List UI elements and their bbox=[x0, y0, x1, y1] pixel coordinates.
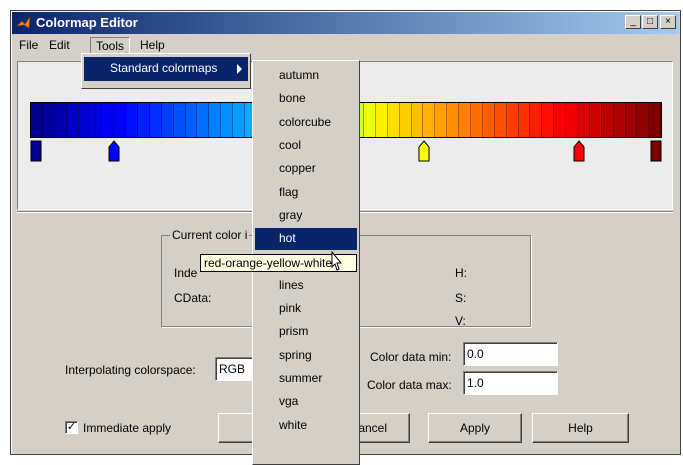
v-label: V: bbox=[455, 314, 466, 328]
group-title: Current color i bbox=[170, 228, 250, 242]
colormap-item-hot[interactable]: hot bbox=[255, 228, 357, 251]
colorbar-cell[interactable] bbox=[494, 103, 507, 137]
colorbar-cell[interactable] bbox=[554, 103, 567, 137]
colorbar-cell[interactable] bbox=[530, 103, 543, 137]
colormap-item-white[interactable]: white bbox=[255, 415, 357, 437]
mouse-pointer-icon bbox=[331, 250, 343, 271]
standard-colormaps-label: Standard colormaps bbox=[110, 61, 218, 75]
colorbar-cell[interactable] bbox=[566, 103, 578, 137]
colorbar-cell[interactable] bbox=[649, 103, 662, 137]
maximize-button[interactable]: □ bbox=[642, 15, 658, 29]
colorbar-cell[interactable] bbox=[185, 103, 198, 137]
colorbar-cell[interactable] bbox=[363, 103, 376, 137]
colormap-item-cool[interactable]: cool bbox=[255, 135, 357, 157]
colormap-item-bone[interactable]: bone bbox=[255, 88, 357, 110]
colorbar-cell[interactable] bbox=[149, 103, 162, 137]
colorbar-cell[interactable] bbox=[613, 103, 626, 137]
colorbar-cell[interactable] bbox=[637, 103, 650, 137]
colorbar-cell[interactable] bbox=[601, 103, 614, 137]
interp-label: Interpolating colorspace: bbox=[65, 363, 196, 377]
colorbar-cell[interactable] bbox=[54, 103, 67, 137]
cdata-min-field[interactable]: 0.0 bbox=[463, 342, 558, 366]
colorbar-cell[interactable] bbox=[90, 103, 103, 137]
colorbar-cell[interactable] bbox=[114, 103, 127, 137]
h-label: H: bbox=[455, 266, 467, 280]
colorbar-cell[interactable] bbox=[459, 103, 471, 137]
matlab-logo-icon bbox=[16, 15, 31, 29]
colorbar-cell[interactable] bbox=[209, 103, 222, 137]
colorbar-cell[interactable] bbox=[126, 103, 139, 137]
colormap-item-copper[interactable]: copper bbox=[255, 158, 357, 180]
colormap-item-prism[interactable]: prism bbox=[255, 321, 357, 343]
colorbar-cell[interactable] bbox=[447, 103, 460, 137]
colormap-item-summer[interactable]: summer bbox=[255, 368, 357, 390]
colorbar-cell[interactable] bbox=[589, 103, 602, 137]
menu-file[interactable]: File bbox=[14, 37, 43, 55]
marker-red[interactable] bbox=[573, 140, 585, 162]
colormap-item-spring[interactable]: spring bbox=[255, 345, 357, 367]
colormap-item-colorcube[interactable]: colorcube bbox=[255, 112, 357, 134]
submenu-arrow-icon bbox=[237, 64, 242, 74]
help-button[interactable]: Help bbox=[532, 413, 629, 443]
immediate-apply-checkbox[interactable]: ✓ bbox=[65, 421, 78, 434]
immediate-apply-label: Immediate apply bbox=[83, 421, 172, 435]
window-title: Colormap Editor bbox=[36, 15, 138, 30]
colorbar-cell[interactable] bbox=[506, 103, 519, 137]
colorbar-cell[interactable] bbox=[138, 103, 150, 137]
colorbar-cell[interactable] bbox=[31, 103, 43, 137]
colorbar-cell[interactable] bbox=[221, 103, 234, 137]
colorbar-cell[interactable] bbox=[78, 103, 91, 137]
marker-blue[interactable] bbox=[108, 140, 120, 162]
title-bar[interactable]: Colormap Editor _ □ × bbox=[12, 12, 679, 34]
colorbar-cell[interactable] bbox=[482, 103, 495, 137]
close-button[interactable]: × bbox=[660, 15, 676, 29]
colormap-item-flag[interactable]: flag bbox=[255, 182, 357, 204]
marker-yellow[interactable] bbox=[418, 140, 430, 162]
cdata-min-label: Color data min: bbox=[370, 350, 452, 364]
colormap-item-vga[interactable]: vga bbox=[255, 391, 357, 413]
colorbar-cell[interactable] bbox=[66, 103, 79, 137]
minimize-button[interactable]: _ bbox=[625, 15, 641, 29]
colorbar-cell[interactable] bbox=[411, 103, 424, 137]
colorbar-cell[interactable] bbox=[173, 103, 186, 137]
cdata-max-label: Color data max: bbox=[367, 378, 452, 392]
cdata-label: CData: bbox=[174, 291, 212, 305]
cdata-max-field[interactable]: 1.0 bbox=[463, 371, 558, 395]
interp-select[interactable]: RGB bbox=[215, 357, 257, 381]
colorbar-cell[interactable] bbox=[102, 103, 115, 137]
index-label: Inde bbox=[174, 266, 198, 280]
colorbar-cell[interactable] bbox=[423, 103, 436, 137]
colorbar-cell[interactable] bbox=[399, 103, 412, 137]
marker-end[interactable] bbox=[650, 140, 662, 162]
marker-start[interactable] bbox=[30, 140, 42, 162]
colormap-item-gray[interactable]: gray bbox=[255, 205, 357, 227]
colorbar-cell[interactable] bbox=[233, 103, 246, 137]
colorbar-cell[interactable] bbox=[625, 103, 638, 137]
colormap-item-pink[interactable]: pink bbox=[255, 298, 357, 320]
colorbar-cell[interactable] bbox=[161, 103, 174, 137]
colorbar-cell[interactable] bbox=[577, 103, 590, 137]
colormap-item-autumn[interactable]: autumn bbox=[255, 65, 357, 87]
tools-menu: Standard colormaps bbox=[81, 53, 251, 89]
apply-button[interactable]: Apply bbox=[428, 413, 522, 443]
colorbar-cell[interactable] bbox=[470, 103, 483, 137]
s-label: S: bbox=[455, 291, 467, 305]
standard-colormaps-item[interactable]: Standard colormaps bbox=[84, 57, 248, 81]
menu-edit[interactable]: Edit bbox=[44, 37, 75, 55]
colorbar-cell[interactable] bbox=[42, 103, 55, 137]
colorbar-cell[interactable] bbox=[518, 103, 531, 137]
colorbar-cell[interactable] bbox=[197, 103, 210, 137]
colorbar-cell[interactable] bbox=[542, 103, 555, 137]
colorbar-cell[interactable] bbox=[435, 103, 448, 137]
colorbar-cell[interactable] bbox=[387, 103, 400, 137]
colorbar-cell[interactable] bbox=[375, 103, 388, 137]
colormap-item-lines[interactable]: lines bbox=[255, 275, 357, 297]
